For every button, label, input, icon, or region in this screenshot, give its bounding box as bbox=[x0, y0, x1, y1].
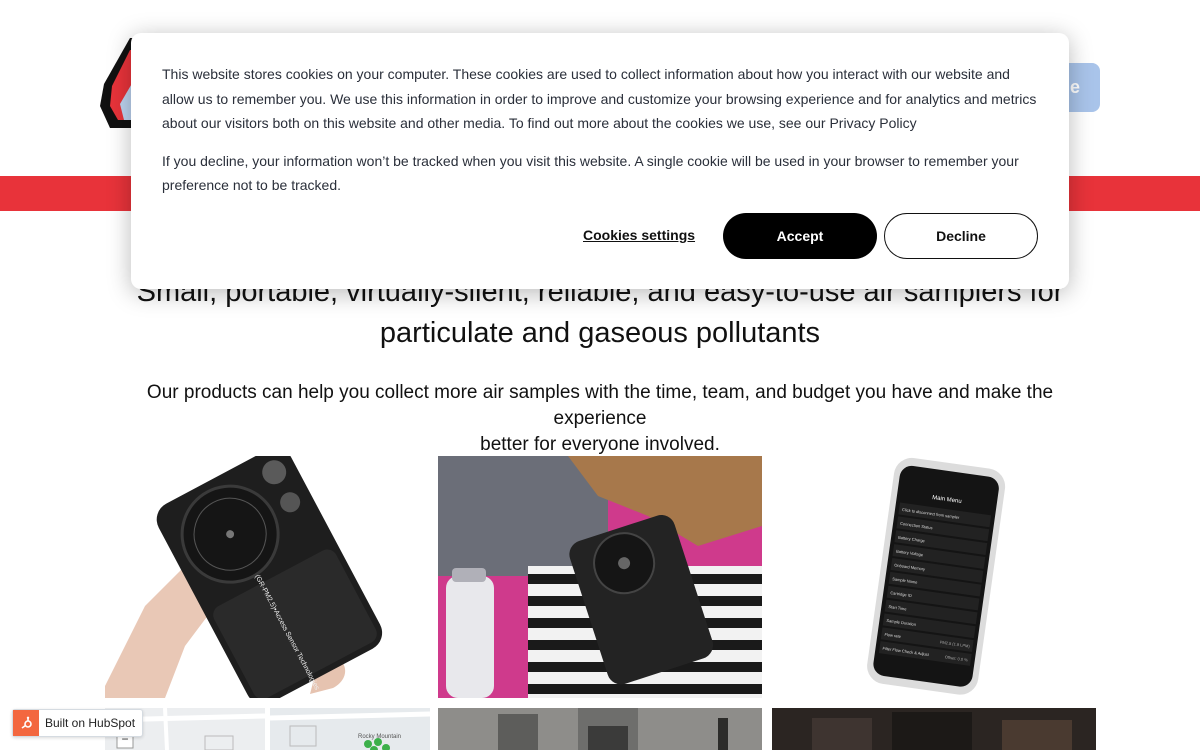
subtitle-line: Our products can help you collect more a… bbox=[146, 382, 1054, 429]
cookies-settings-link[interactable]: Cookies settings bbox=[583, 227, 695, 243]
workshop-image bbox=[772, 708, 1096, 750]
hubspot-icon bbox=[13, 710, 39, 736]
subtitle-line: better for everyone involved. bbox=[480, 434, 720, 455]
decline-button[interactable]: Decline bbox=[884, 213, 1038, 259]
product-image-handheld-sampler: (GR-PM2.5)•Access Sensor Technologies bbox=[105, 456, 430, 698]
title-line: particulate and gaseous pollutants bbox=[379, 317, 821, 349]
lab-equipment-image bbox=[438, 708, 762, 750]
cookie-decline-info: If you decline, your information won’t b… bbox=[162, 152, 1019, 194]
hero-subtitle: Our products can help you collect more a… bbox=[110, 380, 1090, 458]
cookie-consent-dialog: This website stores cookies on your comp… bbox=[131, 33, 1069, 289]
hubspot-badge[interactable]: Built on HubSpot bbox=[12, 709, 143, 737]
map-image-markers: Rocky Mountain bbox=[270, 708, 430, 750]
cookie-actions: Cookies settings Accept Decline bbox=[131, 213, 1069, 259]
product-image-wearable-sampler bbox=[438, 456, 762, 698]
cookie-message: This website stores cookies on your comp… bbox=[162, 66, 1037, 131]
accept-button[interactable]: Accept bbox=[723, 213, 877, 259]
hubspot-label: Built on HubSpot bbox=[45, 716, 136, 730]
product-image-phone-app: Main Menu Click to disconnect from sampl… bbox=[772, 456, 1096, 698]
